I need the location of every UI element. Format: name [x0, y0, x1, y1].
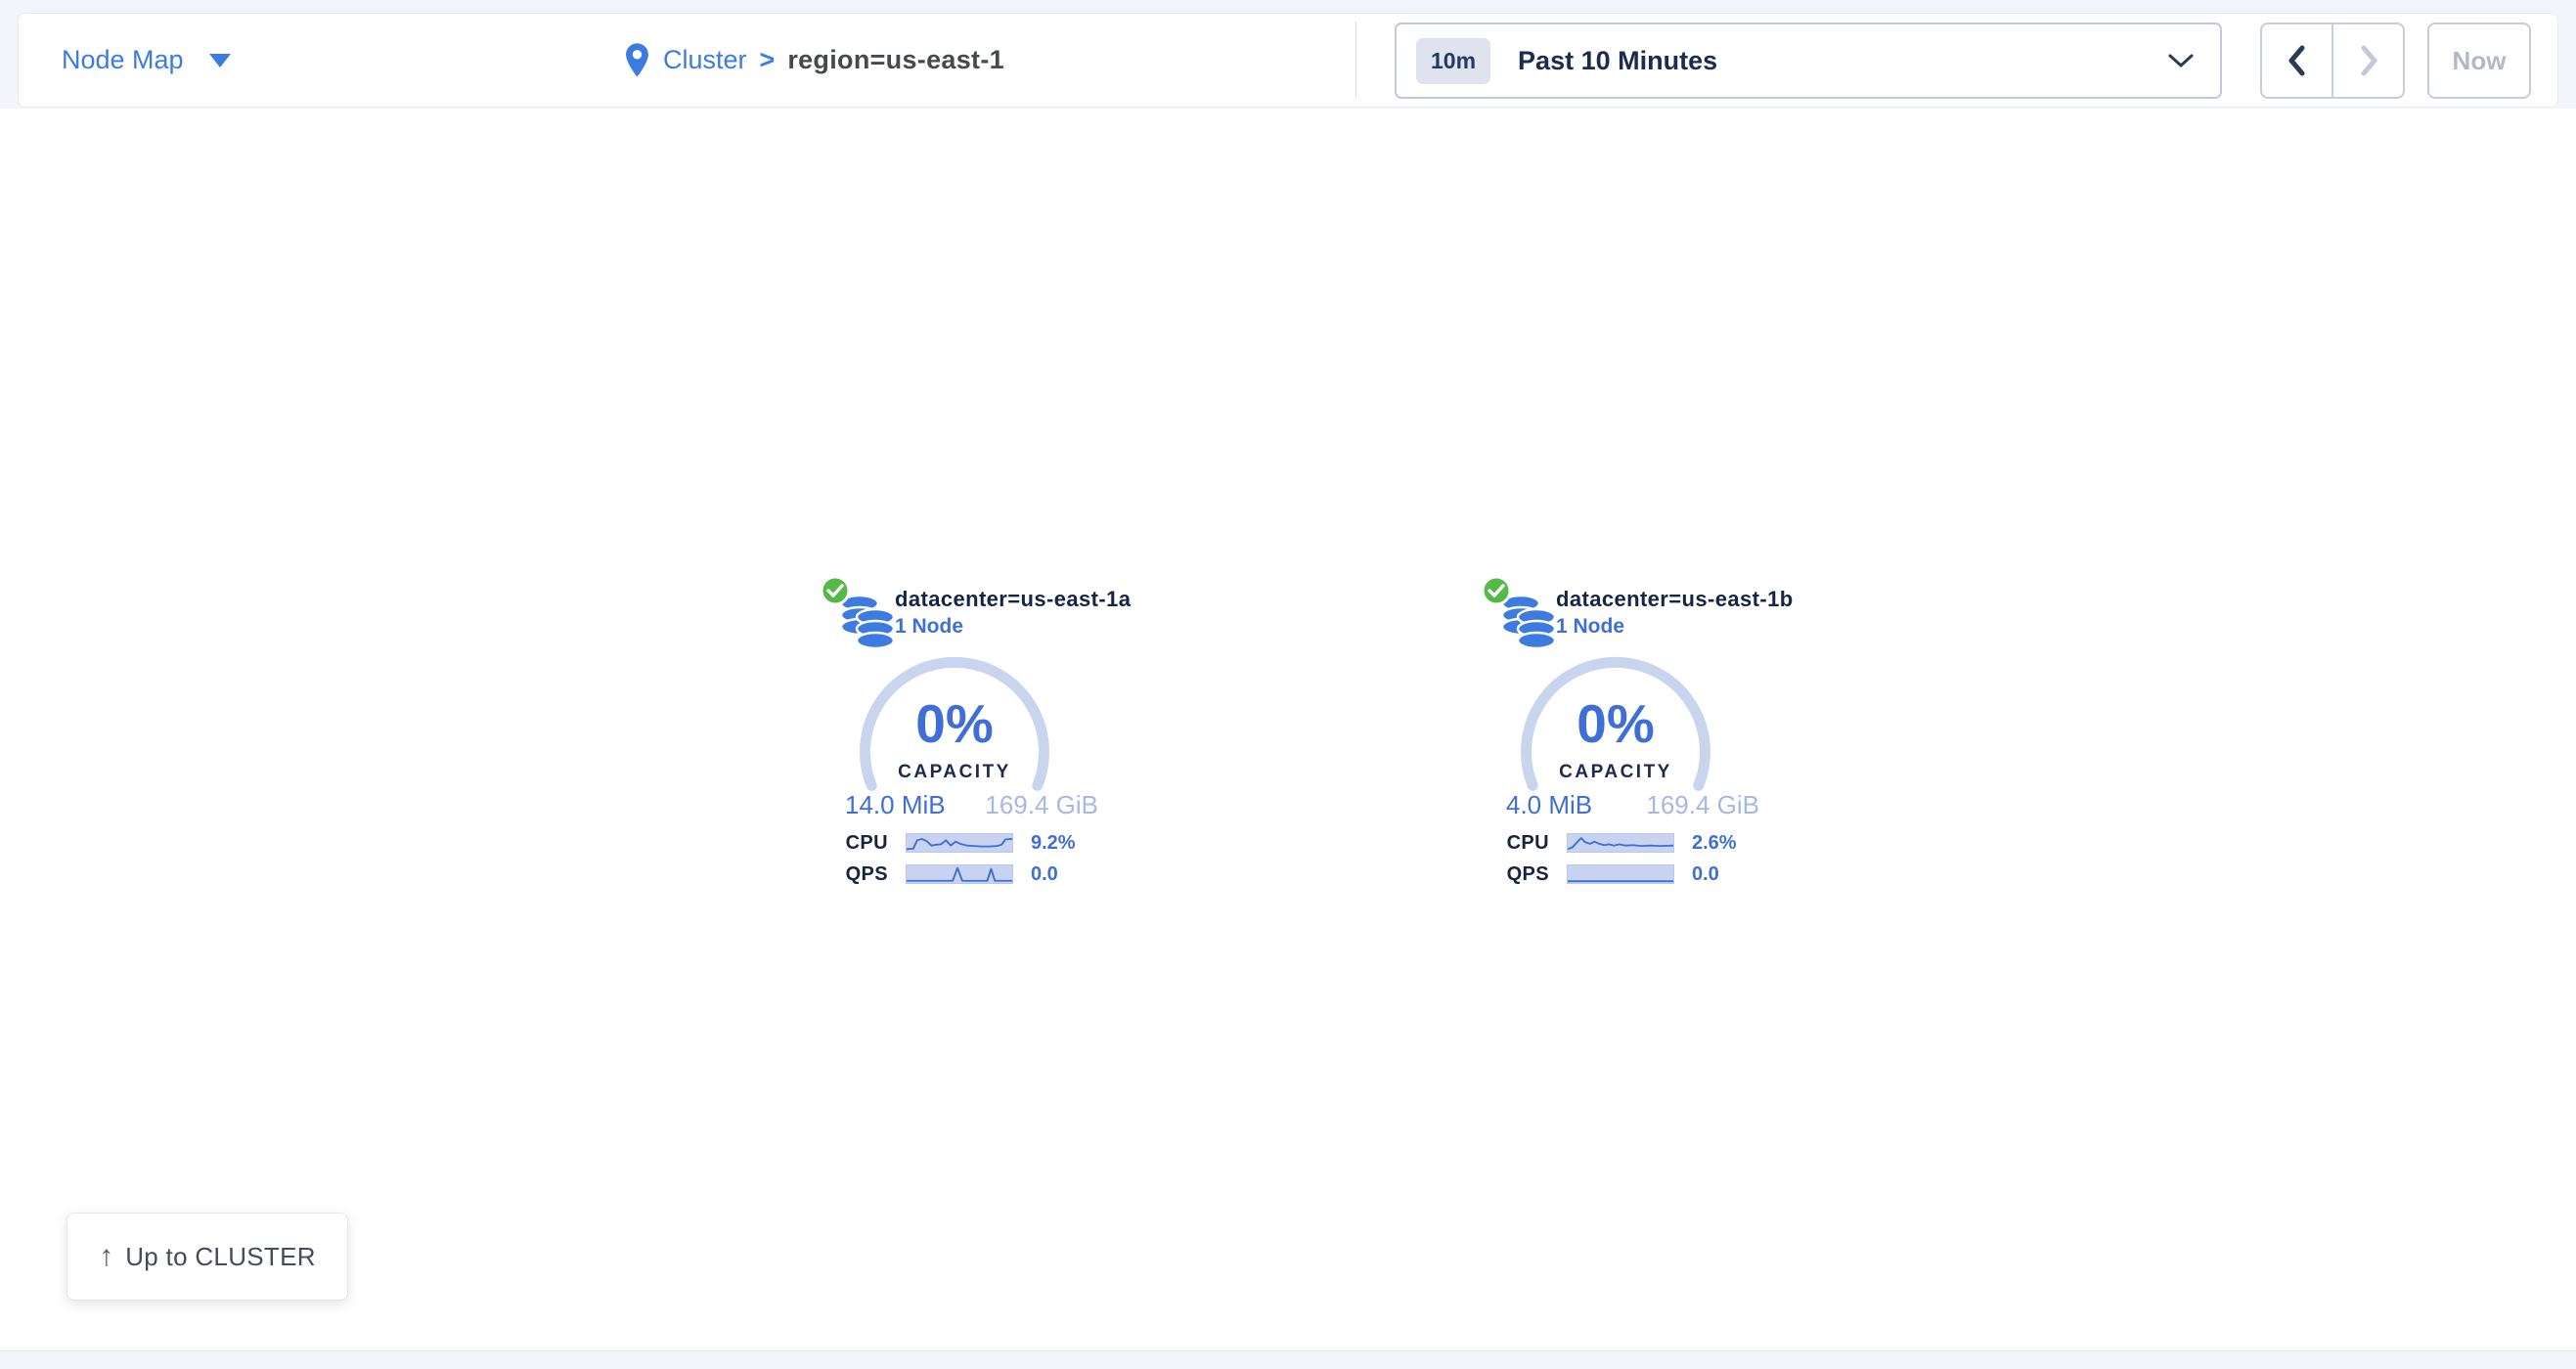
up-to-cluster-button[interactable]: ↑ Up to CLUSTER [67, 1213, 348, 1301]
locality-title: datacenter=us-east-1a [895, 587, 1131, 612]
healthy-check-icon [819, 574, 852, 607]
time-range-badge: 10m [1416, 38, 1490, 84]
capacity-percent: 0% [1513, 692, 1718, 755]
up-to-cluster-label: Up to CLUSTER [125, 1242, 316, 1272]
chevron-down-icon [2167, 52, 2195, 69]
capacity-caption: CAPACITY [852, 762, 1057, 783]
chevron-right-icon [2357, 43, 2380, 78]
node-map-page: { "header": { "view_dropdown": { "label"… [0, 0, 2576, 1369]
chevron-left-icon [2286, 43, 2309, 78]
capacity-total: 169.4 GiB [985, 790, 1098, 820]
capacity-caption: CAPACITY [1513, 762, 1718, 783]
view-selector-dropdown[interactable]: Node Map [62, 14, 231, 107]
time-range-selector[interactable]: 10m Past 10 Minutes [1395, 22, 2222, 99]
healthy-check-icon [1480, 574, 1513, 607]
view-selector-label: Node Map [62, 45, 184, 75]
cpu-metric-row: CPU 2.6% [1478, 833, 1737, 853]
cpu-value: 2.6% [1692, 832, 1737, 855]
capacity-total: 169.4 GiB [1646, 790, 1759, 820]
cpu-metric-row: CPU 9.2% [817, 833, 1076, 853]
arrow-up-icon: ↑ [99, 1242, 113, 1271]
cpu-label: CPU [817, 832, 888, 855]
node-map-canvas [0, 109, 2576, 1351]
qps-sparkline [1567, 864, 1674, 884]
capacity-values: 14.0 MiB 169.4 GiB [845, 790, 1098, 820]
locality-card-us-east-1a[interactable]: datacenter=us-east-1a 1 Node 0% CAPACITY… [817, 573, 1110, 896]
time-back-button[interactable] [2262, 24, 2332, 97]
breadcrumb-cluster-link[interactable]: Cluster [663, 45, 747, 75]
qps-label: QPS [1478, 863, 1549, 886]
cpu-sparkline [906, 833, 1013, 853]
locality-title: datacenter=us-east-1b [1556, 587, 1794, 612]
qps-label: QPS [817, 863, 888, 886]
capacity-percent: 0% [852, 692, 1057, 755]
qps-metric-row: QPS 0.0 [817, 864, 1058, 884]
cpu-value: 9.2% [1031, 832, 1076, 855]
locality-node-count: 1 Node [1556, 615, 1624, 639]
locality-card-us-east-1b[interactable]: datacenter=us-east-1b 1 Node 0% CAPACITY… [1478, 573, 1771, 896]
breadcrumb-current-locality: region=us-east-1 [787, 45, 1004, 75]
locality-node-count: 1 Node [895, 615, 963, 639]
qps-metric-row: QPS 0.0 [1478, 864, 1719, 884]
qps-value: 0.0 [1692, 863, 1719, 886]
time-forward-button[interactable] [2332, 24, 2403, 97]
map-pin-icon [624, 42, 650, 79]
now-button[interactable]: Now [2427, 22, 2531, 99]
capacity-used: 14.0 MiB [845, 790, 946, 820]
header-divider [1355, 22, 1356, 99]
header-bar: Node Map Cluster > region=us-east-1 10m … [18, 13, 2558, 108]
breadcrumb-separator: > [760, 45, 776, 75]
capacity-values: 4.0 MiB 169.4 GiB [1506, 790, 1759, 820]
capacity-used: 4.0 MiB [1506, 790, 1592, 820]
cpu-sparkline [1567, 833, 1674, 853]
qps-sparkline [906, 864, 1013, 884]
time-step-buttons [2260, 22, 2405, 99]
time-range-label: Past 10 Minutes [1518, 46, 1717, 76]
breadcrumb: Cluster > region=us-east-1 [624, 14, 1004, 107]
cpu-label: CPU [1478, 832, 1549, 855]
qps-value: 0.0 [1031, 863, 1058, 886]
caret-down-icon [209, 54, 231, 67]
